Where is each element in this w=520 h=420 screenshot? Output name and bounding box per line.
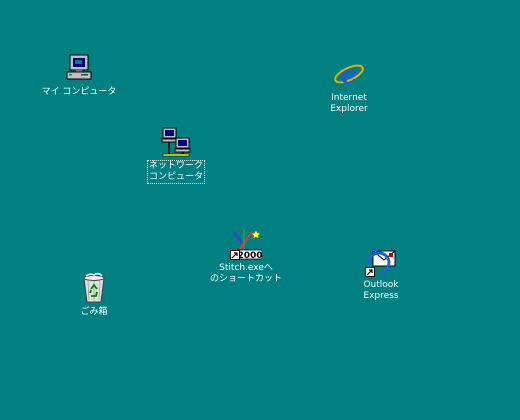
- desktop-icon-outlook-express[interactable]: Outlook Express: [342, 245, 420, 302]
- icon-label: ごみ箱: [80, 307, 108, 317]
- shortcut-arrow-icon: [365, 267, 375, 277]
- desktop[interactable]: マイ コンピュータ e Internet Explorer ネットワーク コンピ…: [0, 0, 520, 420]
- icon-label: Stitch.exeへ のショートカット: [209, 263, 282, 284]
- icon-label: Outlook Express: [363, 280, 399, 301]
- desktop-icon-recycle-bin[interactable]: ごみ箱: [55, 272, 133, 318]
- internet-explorer-icon: e: [333, 58, 365, 90]
- desktop-icon-internet-explorer[interactable]: e Internet Explorer: [310, 58, 388, 115]
- outlook-express-icon: [365, 245, 397, 277]
- stitch-app-icon: 2000: [230, 228, 262, 260]
- computer-icon: [63, 52, 95, 84]
- network-computers-icon: [160, 126, 192, 158]
- recycle-bin-icon: [78, 272, 110, 304]
- icon-label: マイ コンピュータ: [41, 87, 117, 97]
- icon-label: Internet Explorer: [330, 93, 368, 114]
- stitch-icon-text: 2000: [237, 251, 262, 260]
- desktop-icon-stitch-shortcut[interactable]: 2000 Stitch.exeへ のショートカット: [207, 228, 285, 285]
- desktop-icon-network[interactable]: ネットワーク コンピュータ: [137, 126, 215, 184]
- desktop-icon-my-computer[interactable]: マイ コンピュータ: [40, 52, 118, 98]
- shortcut-arrow-icon: [230, 250, 240, 260]
- icon-label: ネットワーク コンピュータ: [146, 160, 206, 184]
- svg-text:e: e: [341, 60, 358, 90]
